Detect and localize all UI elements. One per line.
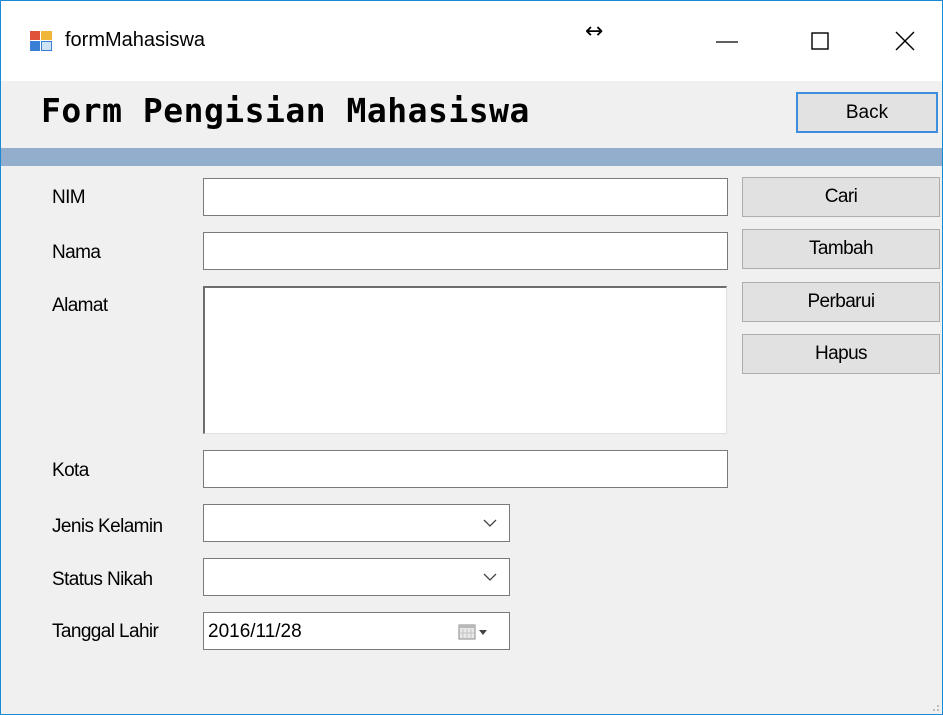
app-icon [30,31,52,51]
maximize-button[interactable] [774,1,866,81]
kota-label: Kota [52,460,89,481]
maximize-icon [811,32,829,50]
jenis-kelamin-dropdown[interactable] [203,504,510,542]
jenis-kelamin-label: Jenis Kelamin [52,516,163,537]
title-bar[interactable]: formMahasiswa ↔ [1,1,942,81]
resize-cursor-icon: ↔ [585,19,604,44]
chevron-down-icon [483,519,497,527]
status-nikah-label: Status Nikah [52,569,153,590]
minimize-icon [716,41,738,43]
tanggal-lahir-datepicker[interactable]: 2016/11/28 [203,612,510,650]
nama-label: Nama [52,242,101,263]
nama-input[interactable] [203,232,728,270]
nim-input[interactable] [203,178,728,216]
form-title: Form Pengisian Mahasiswa [41,91,530,130]
tambah-button[interactable]: Tambah [742,229,940,269]
alamat-label: Alamat [52,295,108,316]
kota-input[interactable] [203,450,728,488]
chevron-down-icon [483,573,497,581]
tanggal-lahir-label: Tanggal Lahir [52,621,159,642]
minimize-button[interactable] [681,1,773,81]
cari-button[interactable]: Cari [742,177,940,217]
status-nikah-dropdown[interactable] [203,558,510,596]
nim-label: NIM [52,187,86,208]
calendar-dropdown-icon[interactable] [458,623,492,641]
form-window: formMahasiswa ↔ Form Pengisian Mahasiswa… [0,0,943,715]
header-divider-bar [1,148,942,166]
close-icon [895,31,914,51]
back-button[interactable]: Back [796,92,938,133]
perbarui-button[interactable]: Perbarui [742,282,940,322]
window-title: formMahasiswa [65,29,206,51]
close-button[interactable] [867,1,942,81]
hapus-button[interactable]: Hapus [742,334,940,374]
resize-grip-icon[interactable] [928,700,940,712]
tanggal-lahir-value: 2016/11/28 [208,621,302,642]
alamat-textarea[interactable] [203,286,727,434]
